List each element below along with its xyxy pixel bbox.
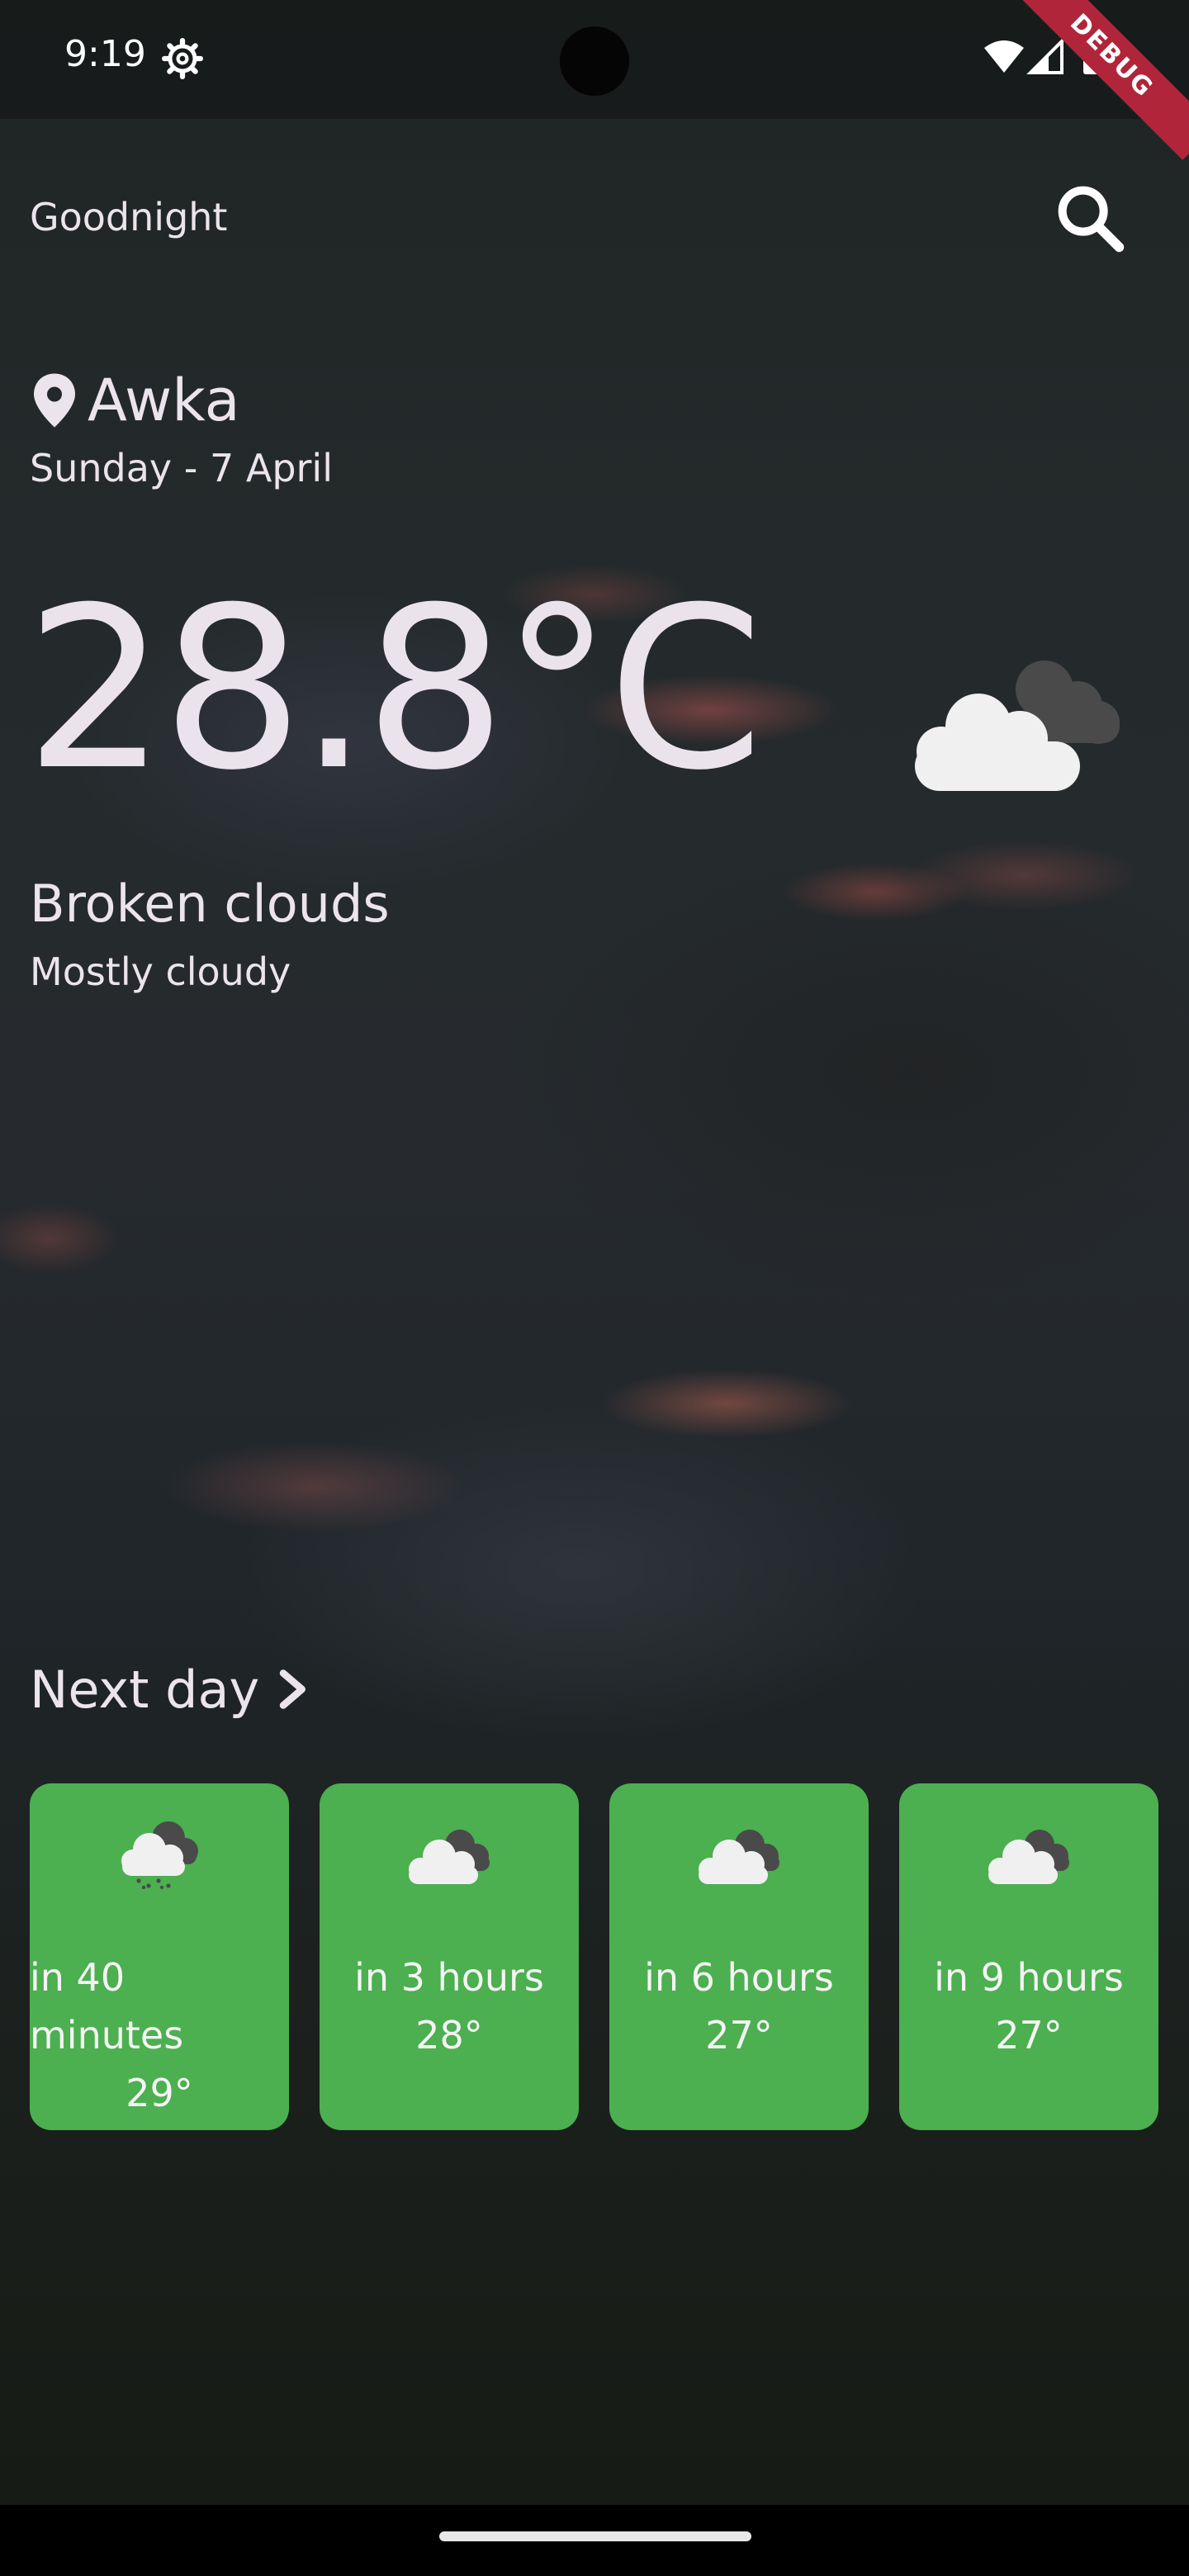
location-pin-icon <box>34 373 75 428</box>
status-bar: 9:19 <box>0 0 1189 119</box>
forecast-temperature: 27° <box>705 2013 773 2057</box>
forecast-temperature: 28° <box>415 2013 483 2057</box>
forecast-card[interactable]: in 40 minutes 29° <box>30 1783 289 2130</box>
rain-cloud-icon <box>121 1821 198 1889</box>
weather-summary: Mostly cloudy <box>30 949 291 994</box>
forecast-card[interactable]: in 9 hours 27° <box>899 1783 1158 2130</box>
forecast-temperature: 29° <box>126 2071 193 2115</box>
hourly-forecast-list: in 40 minutes 29° in 3 hours 28° in 6 ho… <box>30 1783 1159 2130</box>
current-date: Sunday - 7 April <box>30 446 333 490</box>
next-day-link[interactable]: Next day <box>30 1656 312 1722</box>
current-temperature: 28.8°C <box>25 559 764 819</box>
forecast-temperature: 27° <box>995 2013 1063 2057</box>
forecast-time: in 3 hours <box>354 1955 544 2000</box>
forecast-card[interactable]: in 6 hours 27° <box>609 1783 869 2130</box>
weather-condition: Broken clouds <box>30 874 390 934</box>
broken-clouds-icon <box>915 661 1120 791</box>
city-name: Awka <box>88 367 240 434</box>
forecast-card[interactable]: in 3 hours 28° <box>320 1783 579 2130</box>
next-day-label: Next day <box>30 1659 260 1720</box>
forecast-time: in 6 hours <box>644 1955 834 2000</box>
forecast-time: in 9 hours <box>934 1955 1124 2000</box>
location-row: Awka <box>30 363 240 438</box>
wifi-icon <box>984 40 1024 73</box>
status-time: 9:19 <box>64 33 146 75</box>
camera-cutout <box>560 26 629 96</box>
settings-gear-icon <box>162 38 203 79</box>
greeting-text: Goodnight <box>30 195 228 239</box>
broken-clouds-icon <box>988 1830 1069 1884</box>
forecast-time: in 40 minutes <box>30 1955 184 2057</box>
broken-clouds-icon <box>699 1830 779 1884</box>
chevron-right-icon <box>279 1669 306 1709</box>
broken-clouds-icon <box>409 1830 490 1884</box>
home-gesture-handle[interactable] <box>439 2531 751 2541</box>
search-icon[interactable] <box>1049 177 1131 259</box>
